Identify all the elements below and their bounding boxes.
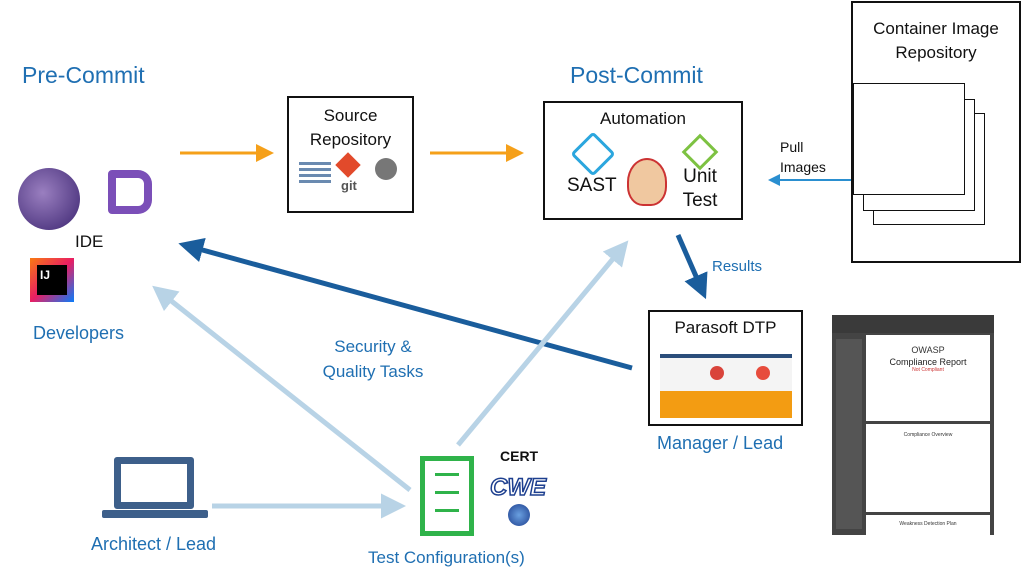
visual-studio-icon [108, 170, 152, 214]
tasks-line2: Quality Tasks [322, 362, 424, 381]
container-title-line2: Repository [895, 43, 977, 62]
test-label: Test [682, 190, 718, 211]
arrow-config-to-automation [456, 240, 629, 447]
cert-logo: CERT [500, 448, 539, 464]
unit-label: Unit [683, 166, 717, 187]
container-title-line1: Container Image [873, 19, 999, 38]
unit-test-label: Unit Test [675, 165, 725, 213]
report-title: Compliance Report [889, 357, 967, 367]
jenkins-icon [627, 158, 667, 206]
git-icon [335, 152, 361, 178]
arrow-config-to-ide [152, 285, 412, 492]
manager-lead-label: Manager / Lead [657, 433, 784, 453]
owasp-logo: OWASP [911, 345, 945, 355]
source-repository-title: Source Repository [309, 106, 392, 149]
report-page-2: Compliance Overview [866, 424, 990, 512]
intellij-label: IJ [37, 265, 67, 295]
pull-line1: Pull [780, 139, 804, 155]
container-image-repository-box: Container Image Repository [851, 1, 1021, 263]
test-configuration-label: Test Configuration(s) [368, 548, 525, 567]
report-thumbnails [836, 339, 862, 529]
compliance-report-window: OWASP Compliance Report Not Compliant Co… [832, 315, 994, 535]
capec-icon [508, 504, 530, 526]
sast-icon [570, 131, 616, 177]
git-label: git [341, 178, 357, 193]
sast-label: SAST [567, 175, 617, 196]
automation-box: Automation SAST Unit Test [543, 101, 743, 220]
mercurial-icon [375, 158, 397, 180]
checklist-icon [420, 456, 474, 536]
laptop-base [102, 510, 208, 518]
ide-label: IDE [75, 232, 104, 251]
pre-commit-heading: Pre-Commit [22, 62, 145, 88]
eclipse-icon [18, 168, 80, 230]
intellij-icon: IJ [30, 258, 74, 302]
automation-title: Automation [600, 109, 686, 128]
overview-heading: Compliance Overview [903, 432, 953, 438]
tasks-line1: Security & [334, 337, 412, 356]
cwe-logo: CWE [489, 473, 547, 502]
results-label: Results [712, 258, 763, 275]
dtp-title: Parasoft DTP [674, 318, 777, 337]
image-layer-1 [853, 83, 965, 195]
dashboard-pie-chart-2 [756, 366, 770, 380]
parasoft-dtp-box: Parasoft DTP [648, 310, 803, 426]
container-repo-title: Container Image Repository [853, 17, 1019, 65]
pull-images-label: Pull Images [780, 137, 826, 177]
dtp-dashboard-screenshot [660, 354, 792, 418]
pull-line2: Images [780, 159, 826, 175]
report-status: Not Compliant [912, 367, 944, 373]
report-page-3: Weakness Detection Plan [866, 515, 990, 535]
laptop-icon [114, 457, 194, 509]
report-page-1: OWASP Compliance Report Not Compliant [866, 335, 990, 421]
post-commit-heading: Post-Commit [570, 62, 703, 88]
report-toolbar [832, 315, 994, 333]
dashboard-pie-chart [710, 366, 724, 380]
plan-heading: Weakness Detection Plan [899, 521, 957, 527]
subversion-icon [299, 162, 331, 186]
developers-label: Developers [33, 323, 125, 343]
security-quality-tasks-label: Security & Quality Tasks [310, 334, 436, 384]
arrow-results [675, 234, 708, 300]
source-repository-box: Source Repository git [287, 96, 414, 213]
architect-lead-label: Architect / Lead [91, 534, 217, 554]
